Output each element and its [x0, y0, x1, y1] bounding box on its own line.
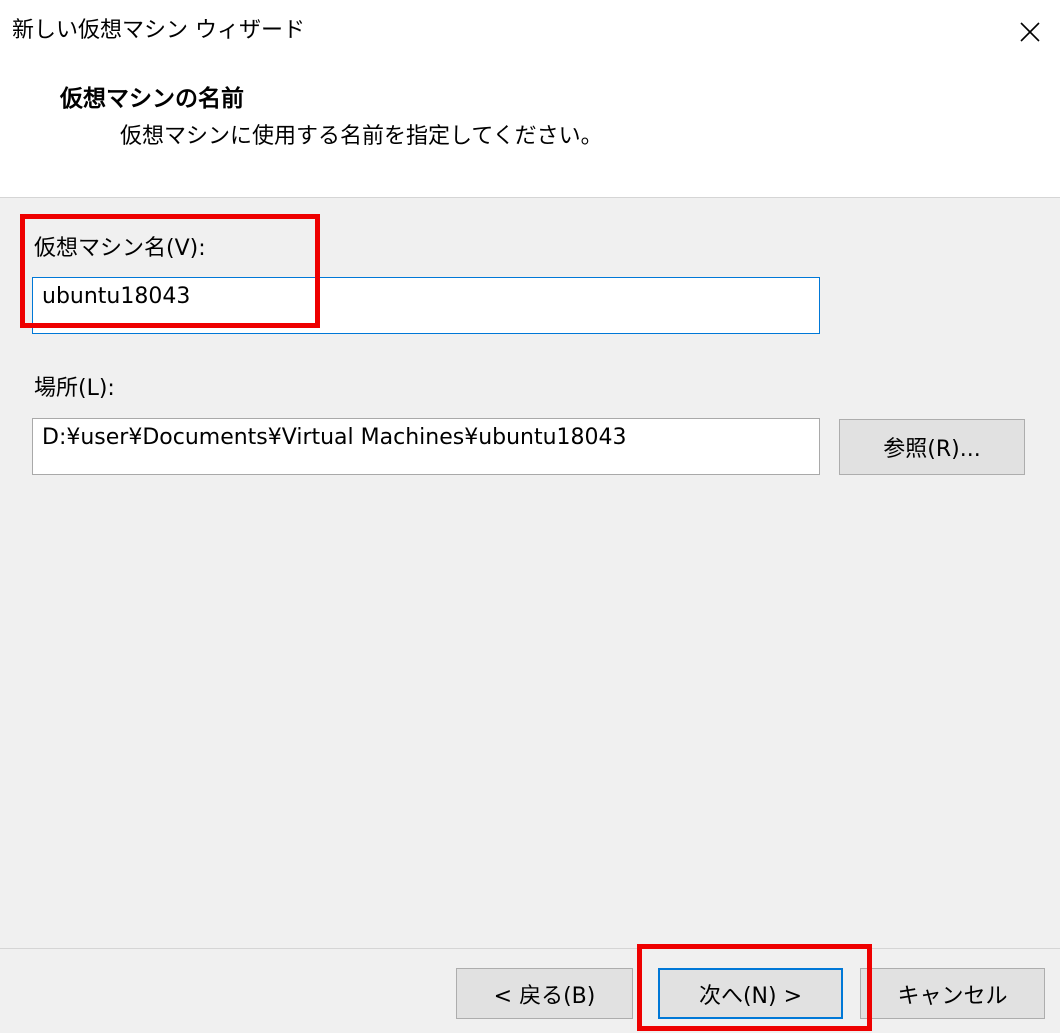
browse-button[interactable]: 参照(R)...	[839, 419, 1025, 475]
close-button[interactable]	[1000, 0, 1060, 64]
next-button[interactable]: 次へ(N) >	[658, 968, 843, 1019]
location-value: D:¥user¥Documents¥Virtual Machines¥ubunt…	[42, 425, 627, 450]
page-subtitle: 仮想マシンに使用する名前を指定してください。	[120, 124, 603, 149]
wizard-body: 仮想マシン名(V): ubuntu18043 場所(L): D:¥user¥Do…	[0, 198, 1060, 948]
title-bar: 新しい仮想マシン ウィザード	[0, 0, 1060, 64]
close-icon	[1020, 22, 1040, 42]
cancel-button[interactable]: キャンセル	[860, 968, 1045, 1019]
location-label: 場所(L):	[34, 376, 115, 401]
wizard-footer: < 戻る(B) 次へ(N) > キャンセル	[0, 949, 1060, 1033]
location-input[interactable]: D:¥user¥Documents¥Virtual Machines¥ubunt…	[32, 418, 820, 475]
vm-name-value: ubuntu18043	[42, 284, 191, 309]
wizard-header: 仮想マシンの名前 仮想マシンに使用する名前を指定してください。	[0, 64, 1060, 197]
page-heading: 仮想マシンの名前	[60, 86, 244, 112]
wizard-window: 新しい仮想マシン ウィザード 仮想マシンの名前 仮想マシンに使用する名前を指定し…	[0, 0, 1060, 1033]
vm-name-label: 仮想マシン名(V):	[34, 236, 206, 261]
window-title: 新しい仮想マシン ウィザード	[12, 18, 305, 43]
vm-name-input[interactable]: ubuntu18043	[32, 277, 820, 334]
back-button[interactable]: < 戻る(B)	[456, 968, 633, 1019]
